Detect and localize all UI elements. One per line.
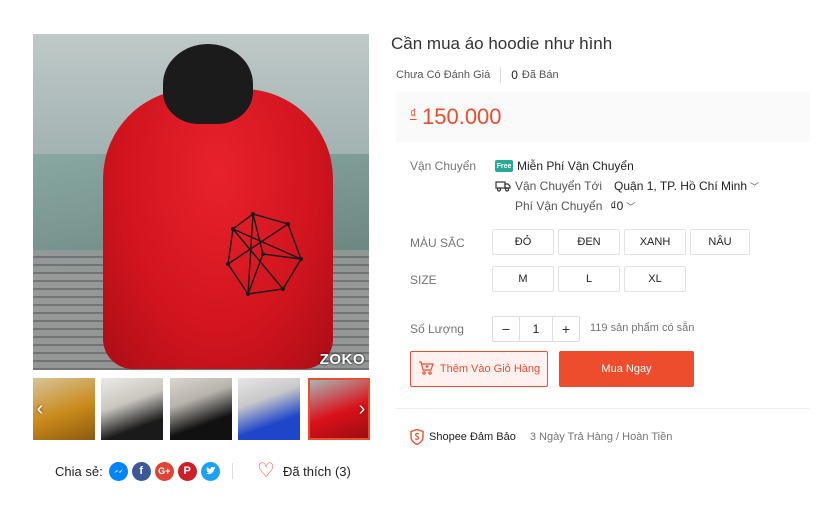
chevron-right-icon[interactable]: › <box>355 397 369 421</box>
ship-to-label: Vận Chuyển Tới <box>515 179 603 193</box>
size-option-m[interactable]: M <box>492 266 554 292</box>
thumb-black-hoodie-2[interactable] <box>170 378 232 440</box>
quantity-input[interactable]: 1 <box>519 317 553 341</box>
price-box: ₫ 150.000 <box>396 92 810 142</box>
facebook-icon[interactable]: f <box>131 461 151 481</box>
rating-divider <box>500 67 502 83</box>
quantity-minus-button[interactable]: − <box>493 317 519 341</box>
thumb-black-hoodie[interactable] <box>101 378 163 440</box>
geometric-print-icon <box>226 212 303 296</box>
cart-icon <box>418 360 434 378</box>
share-like-divider <box>232 463 233 479</box>
ship-to-row: Vận Chuyển Tới Quận 1, TP. Hồ Chí Minh ﹀ <box>495 179 759 193</box>
shipping-label: Vận Chuyển <box>410 159 477 173</box>
messenger-icon[interactable] <box>108 461 128 481</box>
quantity-stepper: − 1 + <box>492 316 580 342</box>
ship-fee-value[interactable]: ₫0 <box>610 199 623 213</box>
thumbnail-strip: ‹ › <box>33 378 371 440</box>
size-label: SIZE <box>410 273 437 287</box>
price-value: 150.000 <box>422 104 502 129</box>
product-title: Cần mua áo hoodie như hình <box>391 34 613 53</box>
free-shipping-text: Miễn Phí Vận Chuyển <box>517 159 634 173</box>
stock-text: 119 sản phẩm có sẵn <box>590 322 695 334</box>
color-option-xanh[interactable]: XANH <box>624 229 686 255</box>
size-option-xl[interactable]: XL <box>624 266 686 292</box>
model-head <box>163 44 253 124</box>
size-option-l[interactable]: L <box>558 266 620 292</box>
buy-now-button[interactable]: Mua Ngay <box>559 351 694 387</box>
sold-count: 0 <box>511 68 518 82</box>
share-row: Chia sẻ: f G+ P <box>55 460 224 482</box>
guarantee-row: Shopee Đảm Bảo 3 Ngày Trả Hàng / Hoàn Ti… <box>410 428 672 446</box>
add-to-cart-button[interactable]: Thêm Vào Giỏ Hàng <box>410 351 548 387</box>
product-main-image[interactable]: ZOKO <box>33 34 369 370</box>
ship-destination[interactable]: Quận 1, TP. Hồ Chí Minh <box>614 179 747 193</box>
section-divider <box>396 408 810 409</box>
chevron-left-icon[interactable]: ‹ <box>33 397 47 421</box>
shield-icon <box>410 428 424 446</box>
ship-fee-row: Phí Vận Chuyển ₫0 ﹀ <box>515 199 635 213</box>
color-label: MÀU SẮC <box>410 236 465 250</box>
currency-symbol: ₫ <box>410 106 417 121</box>
free-shipping-row: Free Miễn Phí Vận Chuyển <box>495 159 634 173</box>
watermark: ZOKO <box>319 351 365 368</box>
sold-label: Đã Bán <box>521 69 559 81</box>
color-option-do[interactable]: ĐỎ <box>492 229 554 255</box>
heart-icon: ♡ <box>257 460 275 482</box>
like-button[interactable]: ♡ Đã thích (3) <box>257 460 351 482</box>
quantity-label: Số Lượng <box>410 322 464 336</box>
truck-icon <box>495 180 511 192</box>
free-shipping-icon: Free <box>495 160 513 172</box>
chevron-down-icon[interactable]: ﹀ <box>750 180 759 193</box>
color-option-nau[interactable]: NÂU <box>690 229 750 255</box>
ship-fee-label: Phí Vận Chuyển <box>515 199 603 213</box>
quantity-plus-button[interactable]: + <box>553 317 579 341</box>
add-to-cart-label: Thêm Vào Giỏ Hàng <box>439 363 541 375</box>
guarantee-brand: Shopee Đảm Bảo <box>429 431 516 443</box>
chevron-down-icon[interactable]: ﹀ <box>626 200 635 213</box>
color-option-den[interactable]: ĐEN <box>558 229 620 255</box>
pinterest-icon[interactable]: P <box>177 461 197 481</box>
share-label: Chia sẻ: <box>55 463 103 479</box>
rating-text: Chưa Có Đánh Giá <box>396 69 491 81</box>
twitter-icon[interactable] <box>200 461 220 481</box>
rating-row: Chưa Có Đánh Giá 0 Đã Bán <box>396 67 559 83</box>
guarantee-policy[interactable]: 3 Ngày Trả Hàng / Hoàn Tiền <box>530 431 672 443</box>
google-plus-icon[interactable]: G+ <box>154 461 174 481</box>
thumb-blue-hoodie[interactable] <box>238 378 300 440</box>
like-count: Đã thích (3) <box>282 463 351 479</box>
red-hoodie-figure <box>103 89 333 369</box>
